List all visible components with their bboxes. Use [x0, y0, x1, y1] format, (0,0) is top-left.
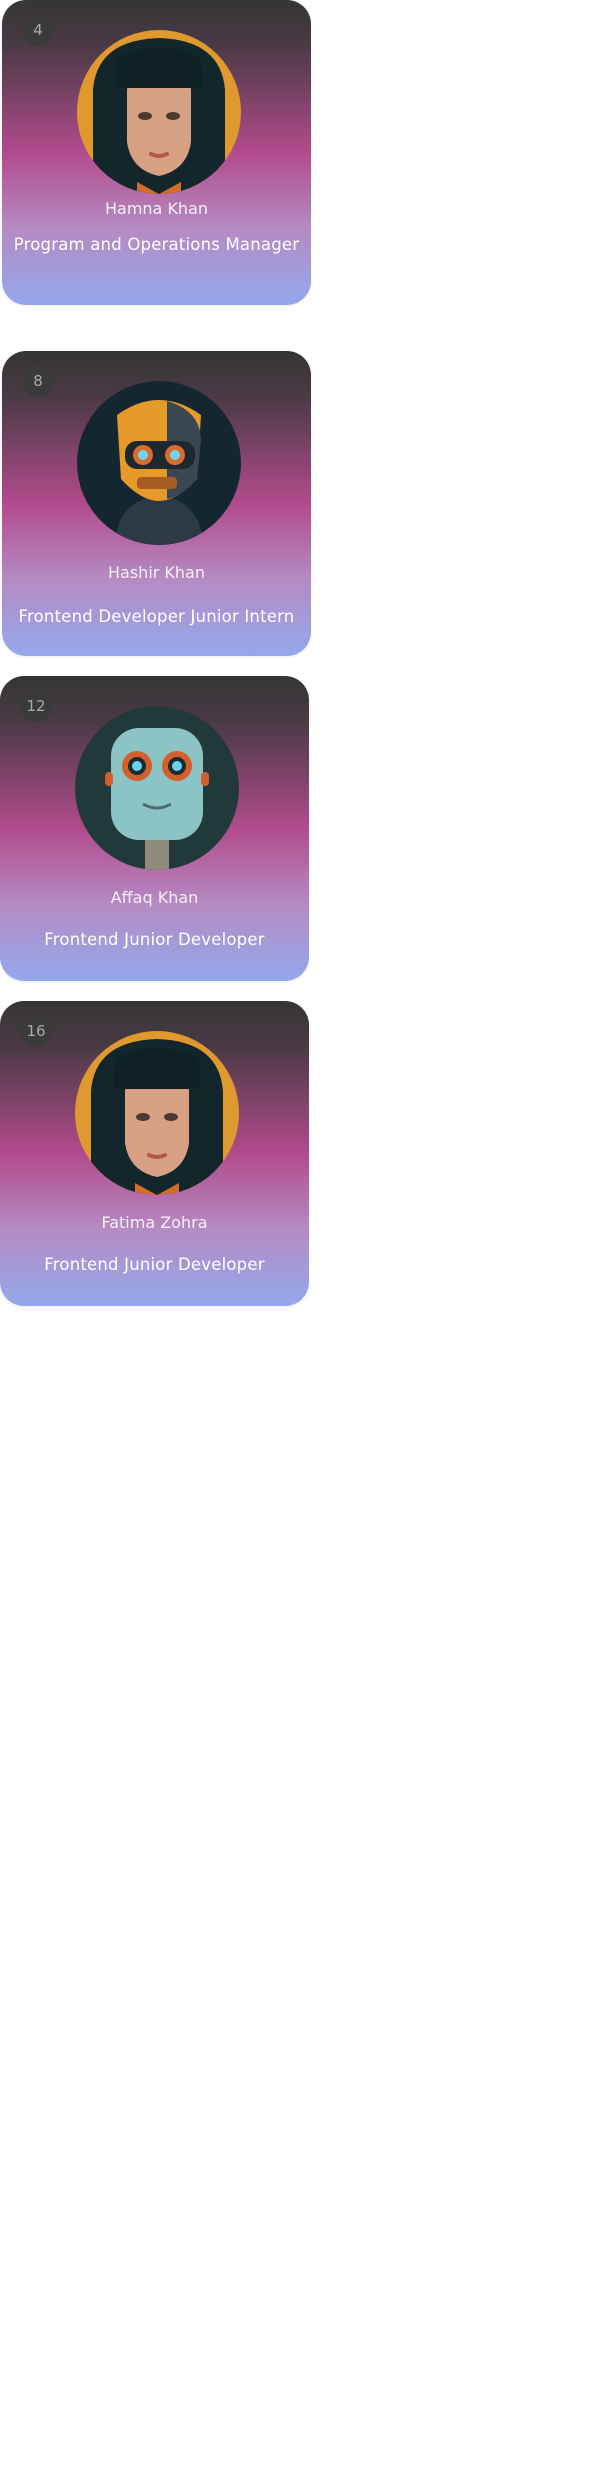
- member-name: Hamna Khan: [104, 199, 209, 218]
- girl-avatar-icon: [75, 1031, 239, 1195]
- index-badge: 12: [20, 690, 52, 722]
- team-member-card: 12 Affaq Khan Frontend Junior Developer: [0, 676, 309, 981]
- member-name: Fatima Zohra: [101, 1213, 208, 1232]
- orange-robot-avatar-icon: [77, 381, 241, 545]
- member-name: Hashir Khan: [108, 563, 205, 582]
- cute-robot-avatar-icon: [75, 706, 239, 870]
- member-role: Program and Operations Manager: [13, 235, 300, 254]
- team-member-card: 16 Fatima Zohra Frontend Junior Develope…: [0, 1001, 309, 1306]
- index-badge: 8: [22, 365, 54, 397]
- index-badge: 4: [22, 14, 54, 46]
- team-member-card: 4 Hamna Khan Program and Operations Mana…: [2, 0, 311, 305]
- member-role: Frontend Junior Developer: [44, 930, 265, 949]
- team-member-card: 8 Hashir Khan Frontend Developer Junior …: [2, 351, 311, 656]
- member-role: Frontend Developer Junior Intern: [18, 607, 295, 626]
- girl-avatar-icon: [77, 30, 241, 194]
- member-role: Frontend Junior Developer: [44, 1255, 265, 1274]
- index-badge: 16: [20, 1015, 52, 1047]
- member-name: Affaq Khan: [110, 888, 199, 907]
